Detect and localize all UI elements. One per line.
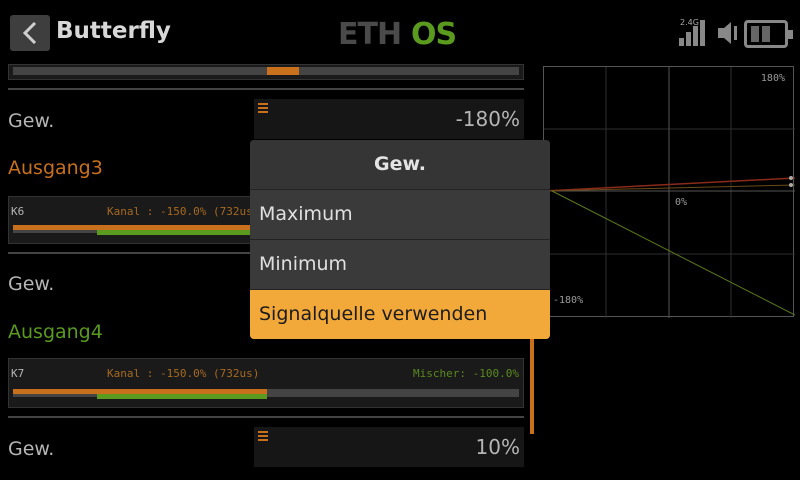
curve-graph: 180% 0% -180% <box>543 66 795 318</box>
channel-value: Kanal : -150.0% (732us) <box>107 367 260 380</box>
back-button[interactable] <box>10 15 50 51</box>
chevron-left-icon <box>22 22 37 44</box>
channel-name: K7 <box>11 367 25 380</box>
option-maximum[interactable]: Maximum <box>250 189 550 238</box>
option-minimum[interactable]: Minimum <box>250 239 550 288</box>
divider <box>8 416 524 418</box>
option-use-source[interactable]: Signalquelle verwenden <box>250 289 550 339</box>
weight-label: Gew. <box>8 438 55 460</box>
weight-source-dialog: Gew. Maximum Minimum Signalquelle verwen… <box>250 140 550 339</box>
weight-label: Gew. <box>8 110 55 132</box>
weight-value: -180% <box>455 107 520 131</box>
weight-field[interactable]: -180% <box>254 99 524 139</box>
section-ausgang3: Ausgang3 <box>8 157 103 179</box>
page-title: Butterfly <box>56 18 171 44</box>
weight-value: 10% <box>475 435 520 459</box>
menu-grip-icon <box>258 431 268 443</box>
divider <box>8 88 524 90</box>
menu-grip-icon <box>258 103 268 115</box>
battery-icon <box>744 20 793 48</box>
scrollbar[interactable] <box>530 338 534 434</box>
graph-center-label: 0% <box>675 197 688 208</box>
svg-text:OS: OS <box>411 17 456 49</box>
graph-min-label: -180% <box>553 295 584 306</box>
svg-text:ETH: ETH <box>338 17 401 49</box>
dialog-title: Gew. <box>250 140 550 189</box>
ethos-logo: ETH OS <box>338 17 457 49</box>
channel-monitor-k7: K7 Kanal : -150.0% (732us) Mischer: -100… <box>8 358 524 408</box>
header-bar: Butterfly ETH OS 2.4G <box>0 0 800 66</box>
graph-max-label: 180% <box>760 73 785 84</box>
signal-bars-icon <box>679 20 705 46</box>
weight-field[interactable]: 10% <box>254 427 524 467</box>
weight-label: Gew. <box>8 273 55 295</box>
output-bar <box>8 64 524 80</box>
channel-name: K6 <box>11 205 25 218</box>
section-ausgang4: Ausgang4 <box>8 321 103 343</box>
speaker-icon[interactable] <box>716 20 742 46</box>
mixer-value: Mischer: -100.0% <box>413 367 519 380</box>
channel-value: Kanal : -150.0% (732us) <box>107 205 260 218</box>
